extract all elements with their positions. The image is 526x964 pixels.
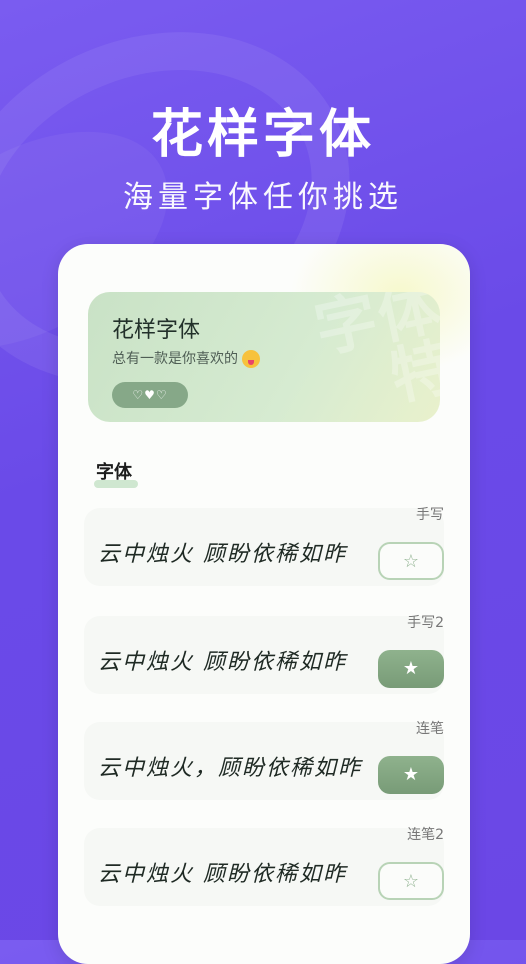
banner-hearts-button[interactable]: ♡♥♡ xyxy=(112,382,188,408)
banner-watermark: 字体 特 xyxy=(308,292,440,415)
star-filled-icon: ★ xyxy=(402,658,420,679)
font-sample: 云中烛火 顾盼依稀如昨 xyxy=(98,650,347,675)
favorite-button[interactable]: ☆ xyxy=(378,542,444,580)
font-sample: 云中烛火 顾盼依稀如昨 xyxy=(98,862,347,887)
star-filled-icon: ★ xyxy=(402,764,420,785)
phone-screen: 字体 特 花样字体 总有一款是你喜欢的 ♡♥♡ 字体 云中烛火 顾盼依稀如昨 手… xyxy=(58,244,470,964)
font-card[interactable]: 云中烛火 顾盼依稀如昨 手写2 ★ xyxy=(84,615,444,694)
favorite-button[interactable]: ★ xyxy=(378,650,444,688)
font-tag: 手写 xyxy=(416,507,444,523)
font-card[interactable]: 云中烛火，顾盼依稀如昨 连笔 ★ xyxy=(84,721,444,800)
tongue-emoji-icon xyxy=(242,350,260,368)
font-sample: 云中烛火 顾盼依稀如昨 xyxy=(98,542,347,567)
font-sample: 云中烛火，顾盼依稀如昨 xyxy=(98,756,363,781)
star-outline-icon: ☆ xyxy=(402,551,420,572)
banner-description: 总有一款是你喜欢的 xyxy=(112,348,260,368)
section-title: 字体 xyxy=(96,462,132,483)
banner-card[interactable]: 字体 特 花样字体 总有一款是你喜欢的 ♡♥♡ xyxy=(88,292,440,422)
banner-title: 花样字体 xyxy=(112,318,201,343)
banner-description-text: 总有一款是你喜欢的 xyxy=(112,351,238,367)
hero-subtitle: 海量字体任你挑选 xyxy=(123,180,403,215)
favorite-button[interactable]: ☆ xyxy=(378,862,444,900)
font-card[interactable]: 云中烛火 顾盼依稀如昨 手写 ☆ xyxy=(84,507,444,586)
font-tag: 连笔2 xyxy=(407,827,444,843)
star-outline-icon: ☆ xyxy=(402,871,420,892)
font-tag: 连笔 xyxy=(416,721,444,737)
favorite-button[interactable]: ★ xyxy=(378,756,444,794)
font-tag: 手写2 xyxy=(407,615,444,631)
hero-title: 花样字体 xyxy=(150,105,375,165)
font-card[interactable]: 云中烛火 顾盼依稀如昨 连笔2 ☆ xyxy=(84,827,444,906)
